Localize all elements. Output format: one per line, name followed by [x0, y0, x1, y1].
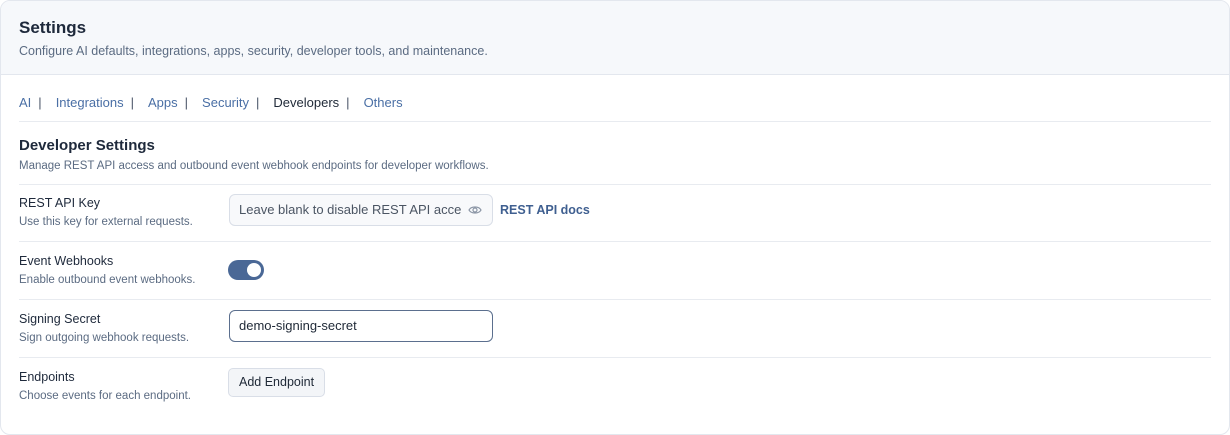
- settings-card: Settings Configure AI defaults, integrat…: [0, 0, 1230, 435]
- add-endpoint-button[interactable]: Add Endpoint: [228, 368, 326, 397]
- event-webhooks-row: Event Webhooks Enable outbound event web…: [19, 241, 1211, 299]
- endpoints-label: Endpoints: [19, 370, 75, 384]
- event-webhooks-label: Event Webhooks: [19, 254, 114, 268]
- page-title: Settings: [19, 18, 87, 37]
- page-subtitle: Configure AI defaults, integrations, app…: [19, 44, 488, 58]
- tab-separator: |: [184, 95, 189, 110]
- section-title: Developer Settings: [19, 137, 155, 154]
- rest-api-key-input[interactable]: Leave blank to disable REST API access: [229, 194, 493, 226]
- event-webhooks-toggle[interactable]: [228, 260, 264, 280]
- rest-api-key-label: REST API Key: [19, 196, 101, 210]
- rest-api-key-row: REST API Key Use this key for external r…: [19, 184, 1211, 241]
- endpoints-row: Endpoints Choose events for each endpoin…: [19, 357, 1211, 417]
- settings-tabs: AI | Integrations | Apps | Security | De…: [19, 95, 1211, 122]
- settings-header: Settings Configure AI defaults, integrat…: [1, 1, 1229, 75]
- tab-security[interactable]: Security: [202, 95, 249, 111]
- tab-integrations[interactable]: Integrations: [56, 95, 124, 111]
- signing-secret-help: Sign outgoing webhook requests.: [19, 332, 190, 344]
- event-webhooks-help: Enable outbound event webhooks.: [19, 274, 196, 286]
- tab-separator: |: [38, 95, 42, 110]
- section-description: Manage REST API access and outbound even…: [19, 160, 489, 172]
- tab-ai[interactable]: AI: [19, 95, 31, 111]
- signing-secret-label: Signing Secret: [19, 312, 101, 326]
- endpoints-help: Choose events for each endpoint.: [19, 390, 191, 402]
- tab-developers[interactable]: Developers: [273, 95, 339, 111]
- signing-secret-row: Signing Secret Sign outgoing webhook req…: [19, 299, 1211, 357]
- tab-separator: |: [130, 95, 135, 110]
- tab-separator: |: [346, 95, 350, 110]
- tab-apps[interactable]: Apps: [148, 95, 178, 111]
- toggle-knob: [247, 263, 261, 277]
- rest-api-docs-link[interactable]: REST API docs: [500, 203, 590, 217]
- rest-api-key-help: Use this key for external requests.: [19, 216, 193, 228]
- tab-separator: |: [256, 95, 260, 110]
- eye-icon[interactable]: [468, 204, 482, 216]
- tab-others[interactable]: Others: [364, 95, 403, 111]
- signing-secret-input[interactable]: demo-signing-secret: [229, 310, 493, 342]
- rest-api-key-placeholder: Leave blank to disable REST API access: [239, 202, 461, 217]
